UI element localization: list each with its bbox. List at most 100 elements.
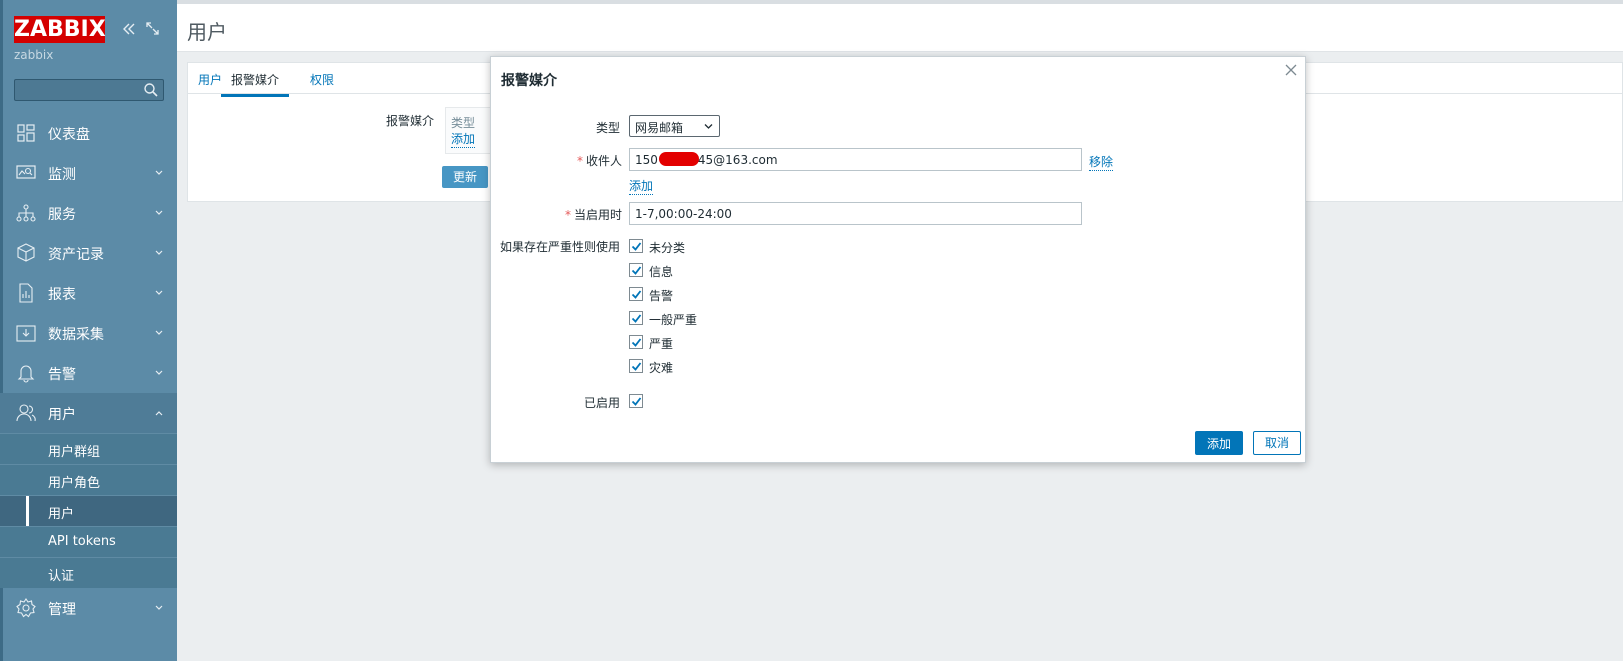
severity-checkbox-average[interactable] [629, 311, 643, 325]
when-active-input[interactable]: 1-7,00:00-24:00 [629, 202, 1082, 225]
page-header: 用户 [177, 4, 1623, 52]
chevron-down-icon [155, 290, 163, 295]
use-if-severity-label: 如果存在严重性则使用 [500, 240, 621, 254]
submenu-label: 用户 [48, 507, 75, 522]
severity-label: 未分类 [649, 241, 686, 255]
tab-media[interactable]: 报警媒介 [221, 71, 290, 97]
zabbix-logo[interactable]: ZABBIX [14, 16, 106, 43]
media-type-column-header: 类型 [451, 116, 476, 130]
severity-checkbox-warning[interactable] [629, 287, 643, 301]
search-input[interactable] [14, 79, 164, 101]
tab-user[interactable]: 用户 [198, 71, 222, 88]
chevron-down-icon [155, 370, 163, 375]
reports-icon [19, 283, 33, 303]
menu-label: 告警 [48, 367, 76, 383]
submenu-label: 用户角色 [48, 476, 101, 491]
checkmark-icon [631, 242, 642, 251]
bell-icon [17, 365, 35, 383]
checkmark-icon [631, 338, 642, 347]
menu-label: 管理 [48, 602, 76, 618]
chevron-down-icon [704, 124, 713, 129]
checkmark-icon [631, 314, 642, 323]
close-icon[interactable] [1285, 64, 1297, 76]
search-icon[interactable] [143, 82, 159, 98]
add-media-link[interactable]: 添加 [451, 130, 476, 148]
tab-permissions[interactable]: 权限 [310, 71, 334, 88]
severity-checkbox-disaster[interactable] [629, 359, 643, 373]
checkmark-icon [631, 266, 642, 275]
users-icon [16, 404, 36, 422]
cancel-button[interactable]: 取消 [1253, 431, 1301, 455]
submenu-item-user-groups[interactable]: 用户群组 [0, 433, 177, 464]
submenu-item-api-tokens[interactable]: API tokens [0, 526, 177, 557]
menu-item-users[interactable]: 用户 [0, 393, 177, 433]
severity-label: 灾难 [649, 361, 674, 375]
severity-checkbox-information[interactable] [629, 263, 643, 277]
severity-checkbox-high[interactable] [629, 335, 643, 349]
page-title: 用户 [187, 20, 227, 44]
submenu-item-authentication[interactable]: 认证 [0, 557, 177, 588]
dialog-title: 报警媒介 [501, 73, 557, 89]
severity-label: 告警 [649, 289, 674, 303]
checkmark-icon [631, 397, 642, 406]
media-dialog: 报警媒介 类型 网易邮箱 * 收件人 150 45@163.com 移除 添加 * 当… [490, 56, 1306, 463]
chevron-down-icon [155, 330, 163, 335]
gear-icon [16, 598, 36, 618]
enabled-label: 已启用 [584, 396, 621, 410]
menu-label: 资产记录 [48, 247, 104, 263]
dashboard-icon [17, 124, 35, 142]
chevron-up-icon [155, 411, 163, 416]
users-submenu: 用户群组 用户角色 用户 API tokens 认证 [0, 433, 177, 588]
submenu-item-users[interactable]: 用户 [0, 495, 177, 526]
severity-label: 一般严重 [649, 313, 698, 327]
checkmark-icon [631, 290, 642, 299]
main-menu: 仪表盘 监测 服务 资产记录 报表 数据采集 告警 用户 用户群组 用户角色 用… [0, 113, 177, 628]
menu-item-monitoring[interactable]: 监测 [0, 153, 177, 193]
severity-label: 信息 [649, 265, 674, 279]
add-button[interactable]: 添加 [1195, 431, 1243, 455]
menu-label: 服务 [48, 207, 76, 223]
when-active-label: * 当启用时 [565, 208, 623, 222]
menu-item-dashboard[interactable]: 仪表盘 [0, 113, 177, 153]
menu-label: 报表 [48, 287, 76, 303]
enabled-checkbox[interactable] [629, 394, 643, 408]
send-to-label: * 收件人 [577, 154, 623, 168]
chevron-down-icon [155, 210, 163, 215]
server-name: zabbix [14, 48, 54, 62]
type-label: 类型 [596, 121, 621, 135]
update-button[interactable]: 更新 [442, 166, 488, 188]
type-select-value: 网易邮箱 [635, 121, 684, 135]
submenu-label: 用户群组 [48, 445, 101, 460]
type-select[interactable]: 网易邮箱 [629, 115, 720, 137]
inventory-icon [17, 243, 35, 262]
services-icon [16, 204, 36, 222]
menu-item-administration[interactable]: 管理 [0, 588, 177, 628]
send-to-value: 150 45@163.com [635, 153, 778, 167]
remove-link[interactable]: 移除 [1089, 153, 1114, 171]
monitoring-icon [16, 165, 36, 179]
menu-item-services[interactable]: 服务 [0, 193, 177, 233]
chevron-down-icon [155, 250, 163, 255]
collapse-sidebar-icon[interactable] [121, 21, 137, 37]
severity-label: 严重 [649, 337, 674, 351]
redaction-mark [659, 152, 699, 166]
submenu-label: 认证 [48, 569, 75, 584]
submenu-item-user-roles[interactable]: 用户角色 [0, 464, 177, 495]
when-active-value: 1-7,00:00-24:00 [635, 207, 732, 221]
menu-label: 监测 [48, 167, 76, 183]
menu-item-alerts[interactable]: 告警 [0, 353, 177, 393]
menu-label: 数据采集 [48, 327, 104, 343]
chevron-down-icon [155, 605, 163, 610]
submenu-label: API tokens [48, 534, 116, 549]
sidebar: ZABBIX zabbix 仪表盘 监测 服务 资产记录 报表 数据采集 告警 … [0, 0, 177, 661]
kiosk-mode-icon[interactable] [145, 21, 160, 36]
send-to-input[interactable]: 150 45@163.com [629, 148, 1082, 171]
chevron-down-icon [155, 170, 163, 175]
menu-item-reports[interactable]: 报表 [0, 273, 177, 313]
menu-item-inventory[interactable]: 资产记录 [0, 233, 177, 273]
menu-item-data-collection[interactable]: 数据采集 [0, 313, 177, 353]
menu-label: 用户 [48, 407, 76, 423]
add-send-to-link[interactable]: 添加 [629, 177, 654, 195]
severity-checkbox-not-classified[interactable] [629, 239, 643, 253]
checkmark-icon [631, 362, 642, 371]
